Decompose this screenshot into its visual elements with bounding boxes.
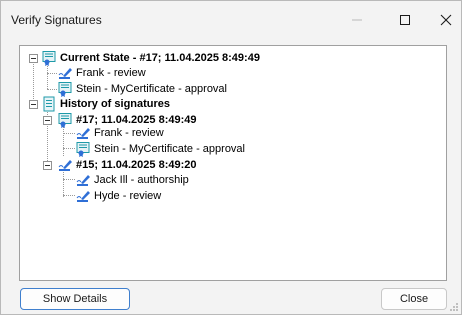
tree-node-signature[interactable]: Frank - review xyxy=(75,125,164,141)
tree-node-label: Stein - MyCertificate - approval xyxy=(94,143,245,155)
pen-signature-icon xyxy=(58,68,72,79)
certificate-icon xyxy=(42,51,56,66)
close-button[interactable]: Close xyxy=(381,288,447,310)
show-details-button[interactable]: Show Details xyxy=(20,288,130,310)
collapse-history-toggle[interactable] xyxy=(29,100,38,109)
resize-grip-icon[interactable] xyxy=(449,302,459,312)
tree-node-history-entry[interactable]: #15; 11.04.2025 8:49:20 xyxy=(57,157,197,173)
tree-connector xyxy=(63,179,75,180)
tree-connector xyxy=(47,66,48,89)
minimize-icon xyxy=(352,19,362,21)
close-icon xyxy=(440,14,452,26)
signature-tree[interactable]: Current State - #17; 11.04.2025 8:49:49 … xyxy=(19,45,447,281)
collapse-current-state-toggle[interactable] xyxy=(29,54,38,63)
tree-connector xyxy=(47,73,57,74)
tree-connector xyxy=(63,148,75,149)
tree-node-label: History of signatures xyxy=(60,98,171,110)
tree-node-signature[interactable]: Stein - MyCertificate - approval xyxy=(57,81,227,97)
minimize-button[interactable] xyxy=(338,1,376,39)
tree-node-signature[interactable]: Stein - MyCertificate - approval xyxy=(75,141,245,157)
certificate-icon xyxy=(58,82,72,97)
collapse-entry-15-toggle[interactable] xyxy=(43,161,52,170)
tree-connector xyxy=(63,133,75,134)
title-bar[interactable]: Verify Signatures xyxy=(1,1,461,39)
maximize-button[interactable] xyxy=(386,1,424,39)
tree-node-label: #15; 11.04.2025 8:49:20 xyxy=(76,159,197,171)
window-title: Verify Signatures xyxy=(11,13,102,27)
tree-node-signature[interactable]: Hyde - review xyxy=(75,188,161,204)
tree-node-signature[interactable]: Frank - review xyxy=(57,65,146,81)
certificate-icon xyxy=(76,142,90,157)
pen-signature-icon xyxy=(76,128,90,139)
tree-node-label: Stein - MyCertificate - approval xyxy=(76,83,227,95)
collapse-entry-17-toggle[interactable] xyxy=(43,116,52,125)
tree-connector xyxy=(47,106,48,161)
tree-connector xyxy=(33,58,34,103)
tree-connector xyxy=(63,170,64,197)
tree-node-signature[interactable]: Jack Ill - authorship xyxy=(75,172,189,188)
document-list-icon xyxy=(43,96,55,112)
tree-connector xyxy=(63,195,75,196)
tree-node-label: Frank - review xyxy=(76,67,146,79)
tree-connector xyxy=(47,89,57,90)
pen-signature-icon xyxy=(76,175,90,186)
tree-node-label: Frank - review xyxy=(94,127,164,139)
tree-node-label: Jack Ill - authorship xyxy=(94,174,189,186)
certificate-icon xyxy=(58,113,72,128)
tree-node-history[interactable]: History of signatures xyxy=(41,96,170,112)
pen-signature-icon xyxy=(76,191,90,202)
tree-node-label: Hyde - review xyxy=(94,190,162,202)
close-window-button[interactable] xyxy=(427,1,464,39)
tree-node-current-state[interactable]: Current State - #17; 11.04.2025 8:49:49 xyxy=(41,50,260,66)
verify-signatures-window: Verify Signatures Current State - #17; 1… xyxy=(0,0,462,315)
maximize-icon xyxy=(400,15,410,25)
tree-connector xyxy=(63,126,64,156)
tree-node-label: Current State - #17; 11.04.2025 8:49:49 xyxy=(60,52,260,64)
pen-signature-icon xyxy=(58,160,72,171)
